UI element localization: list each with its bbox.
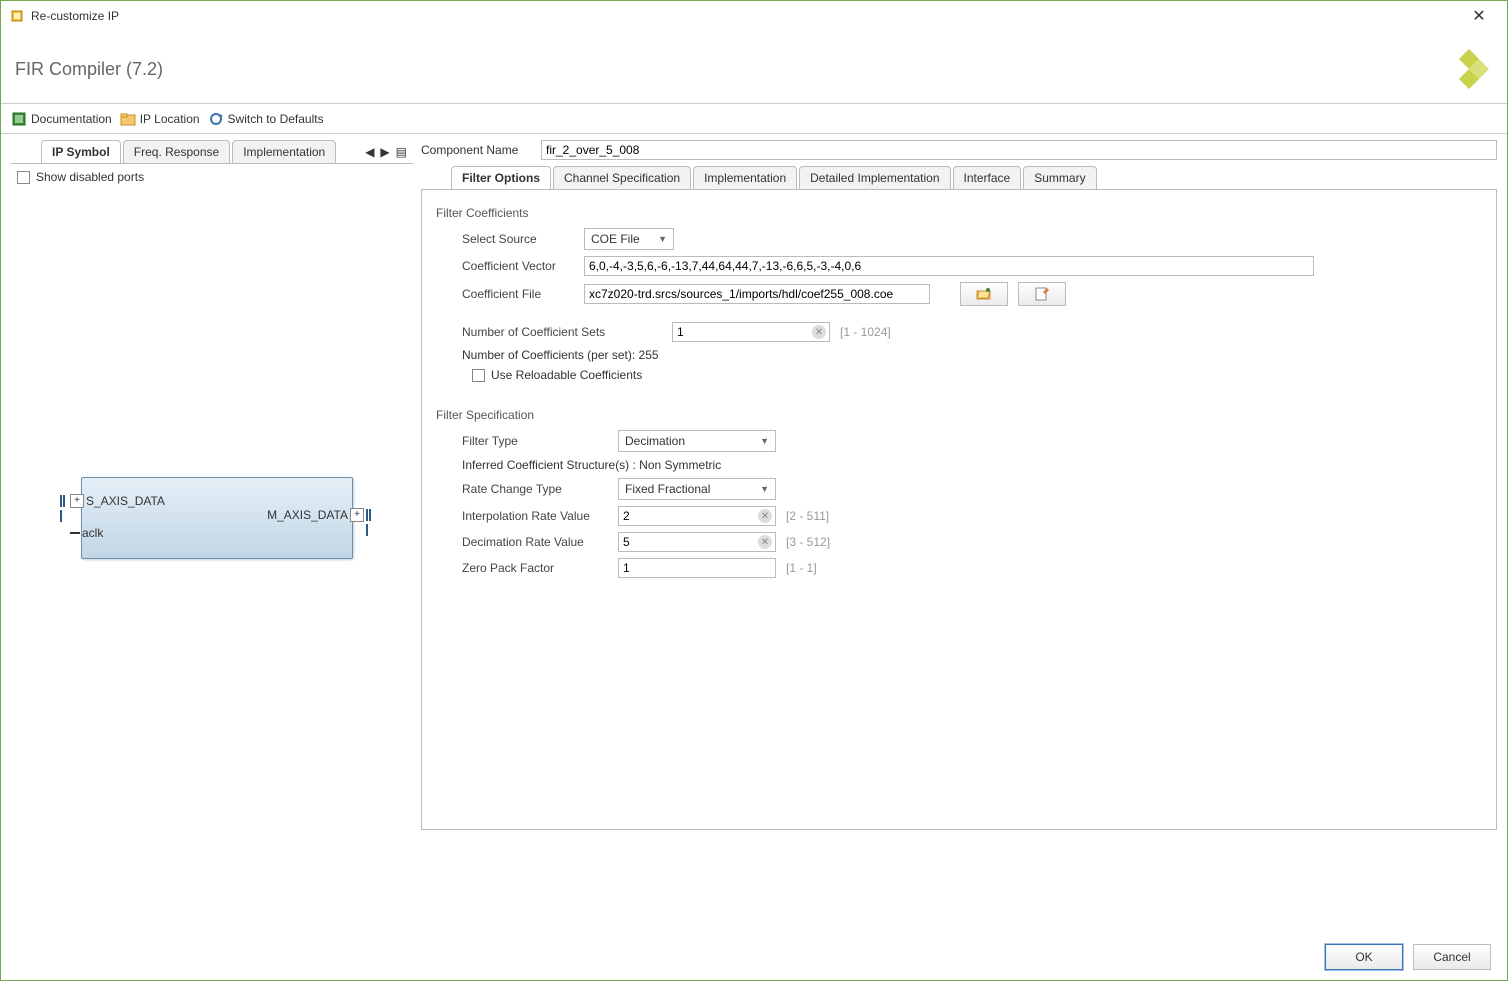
ip-symbol-canvas: + S_AXIS_DATA aclk M_AXIS_DATA +: [17, 187, 407, 797]
num-sets-hint: [1 - 1024]: [840, 325, 891, 339]
component-name-row: Component Name: [421, 140, 1497, 160]
tab-next-icon[interactable]: ▶: [380, 145, 389, 159]
filter-type-label: Filter Type: [462, 434, 608, 448]
port-m-axis-label: M_AXIS_DATA: [267, 508, 348, 522]
right-tabs: Filter Options Channel Specification Imp…: [421, 166, 1497, 190]
coeff-vector-label: Coefficient Vector: [462, 259, 574, 273]
right-pane: Component Name Filter Options Channel Sp…: [417, 134, 1507, 934]
filter-options-panel: Filter Coefficients Select Source COE Fi…: [421, 190, 1497, 830]
coeff-file-input[interactable]: [584, 284, 930, 304]
close-button[interactable]: ✕: [1459, 6, 1499, 26]
select-source-label: Select Source: [462, 232, 574, 246]
port-s-axis-data[interactable]: + S_AXIS_DATA: [60, 494, 165, 508]
ip-location-link[interactable]: IP Location: [120, 111, 200, 127]
page-title: FIR Compiler (7.2): [15, 59, 163, 80]
cancel-label: Cancel: [1433, 950, 1470, 964]
decim-hint: [3 - 512]: [786, 535, 830, 549]
reloadable-checkbox[interactable]: Use Reloadable Coefficients: [472, 368, 642, 382]
tab-summary[interactable]: Summary: [1023, 166, 1096, 189]
tab-ip-symbol[interactable]: IP Symbol: [41, 140, 121, 163]
ok-button[interactable]: OK: [1325, 944, 1403, 970]
port-s-axis-label: S_AXIS_DATA: [86, 494, 165, 508]
titlebar: Re-customize IP ✕: [1, 1, 1507, 31]
tab-freq-response[interactable]: Freq. Response: [123, 140, 230, 163]
zero-hint: [1 - 1]: [786, 561, 817, 575]
coeff-vector-input[interactable]: [584, 256, 1314, 276]
checkbox-icon: [472, 369, 485, 382]
coeff-file-label: Coefficient File: [462, 287, 574, 301]
select-source-dropdown[interactable]: COE File: [584, 228, 674, 250]
select-source-value: COE File: [591, 232, 640, 246]
main: IP Symbol Freq. Response Implementation …: [1, 134, 1507, 934]
port-aclk-label: aclk: [82, 526, 103, 540]
rate-change-value: Fixed Fractional: [625, 482, 710, 496]
decim-label: Decimation Rate Value: [462, 535, 608, 549]
filter-coefficients-title: Filter Coefficients: [436, 206, 1482, 220]
plus-icon: +: [70, 494, 84, 508]
refresh-icon: [208, 111, 224, 127]
tab-filter-options[interactable]: Filter Options: [451, 166, 551, 189]
left-tabs: IP Symbol Freq. Response Implementation …: [11, 140, 413, 164]
left-body: Show disabled ports + S_AXIS_DATA aclk: [11, 164, 413, 930]
chip-icon: [9, 8, 25, 24]
num-sets-input[interactable]: [672, 322, 830, 342]
tab-detailed-implementation[interactable]: Detailed Implementation: [799, 166, 950, 189]
interp-input[interactable]: [618, 506, 776, 526]
header: FIR Compiler (7.2): [1, 31, 1507, 104]
book-icon: [11, 111, 27, 127]
browse-file-button[interactable]: [960, 282, 1008, 306]
rate-change-label: Rate Change Type: [462, 482, 608, 496]
reloadable-label: Use Reloadable Coefficients: [491, 368, 642, 382]
edit-file-button[interactable]: [1018, 282, 1066, 306]
decim-input[interactable]: [618, 532, 776, 552]
clear-icon[interactable]: ✕: [758, 535, 772, 549]
filter-type-value: Decimation: [625, 434, 685, 448]
edit-icon: [1034, 286, 1050, 302]
port-aclk[interactable]: aclk: [70, 526, 103, 540]
tab-list-icon[interactable]: ▤: [396, 145, 407, 159]
window: Re-customize IP ✕ FIR Compiler (7.2) Doc…: [0, 0, 1508, 981]
num-sets-label: Number of Coefficient Sets: [462, 325, 662, 339]
show-disabled-ports-label: Show disabled ports: [36, 170, 144, 184]
folder-icon: [120, 111, 136, 127]
zero-label: Zero Pack Factor: [462, 561, 608, 575]
clear-icon[interactable]: ✕: [812, 325, 826, 339]
interp-label: Interpolation Rate Value: [462, 509, 608, 523]
tab-prev-icon[interactable]: ◀: [365, 145, 374, 159]
filter-spec-title: Filter Specification: [436, 408, 1482, 422]
footer: OK Cancel: [1, 934, 1507, 980]
component-name-label: Component Name: [421, 143, 533, 157]
num-per-set-label: Number of Coefficients (per set): 255: [462, 348, 659, 362]
show-disabled-ports-checkbox[interactable]: Show disabled ports: [17, 170, 144, 184]
ok-label: OK: [1355, 950, 1372, 964]
switch-defaults-label: Switch to Defaults: [228, 112, 324, 126]
zero-input[interactable]: [618, 558, 776, 578]
inferred-structure-label: Inferred Coefficient Structure(s) : Non …: [462, 458, 721, 472]
checkbox-icon: [17, 171, 30, 184]
ip-location-label: IP Location: [140, 112, 200, 126]
window-title: Re-customize IP: [31, 9, 119, 23]
left-pane: IP Symbol Freq. Response Implementation …: [1, 134, 417, 934]
tab-channel-spec[interactable]: Channel Specification: [553, 166, 691, 189]
component-name-input[interactable]: [541, 140, 1497, 160]
folder-open-icon: [976, 286, 992, 302]
tab-interface[interactable]: Interface: [953, 166, 1022, 189]
clear-icon[interactable]: ✕: [758, 509, 772, 523]
xilinx-logo-icon: [1445, 45, 1493, 93]
cancel-button[interactable]: Cancel: [1413, 944, 1491, 970]
interp-hint: [2 - 511]: [786, 509, 829, 523]
ip-block[interactable]: + S_AXIS_DATA aclk M_AXIS_DATA +: [81, 477, 353, 559]
port-m-axis-data[interactable]: M_AXIS_DATA +: [267, 508, 374, 522]
tab-left-implementation[interactable]: Implementation: [232, 140, 336, 163]
tab-implementation[interactable]: Implementation: [693, 166, 797, 189]
switch-defaults-link[interactable]: Switch to Defaults: [208, 111, 324, 127]
toolbar: Documentation IP Location Switch to Defa…: [1, 104, 1507, 134]
rate-change-dropdown[interactable]: Fixed Fractional: [618, 478, 776, 500]
documentation-label: Documentation: [31, 112, 112, 126]
filter-type-dropdown[interactable]: Decimation: [618, 430, 776, 452]
documentation-link[interactable]: Documentation: [11, 111, 112, 127]
plus-icon: +: [350, 508, 364, 522]
